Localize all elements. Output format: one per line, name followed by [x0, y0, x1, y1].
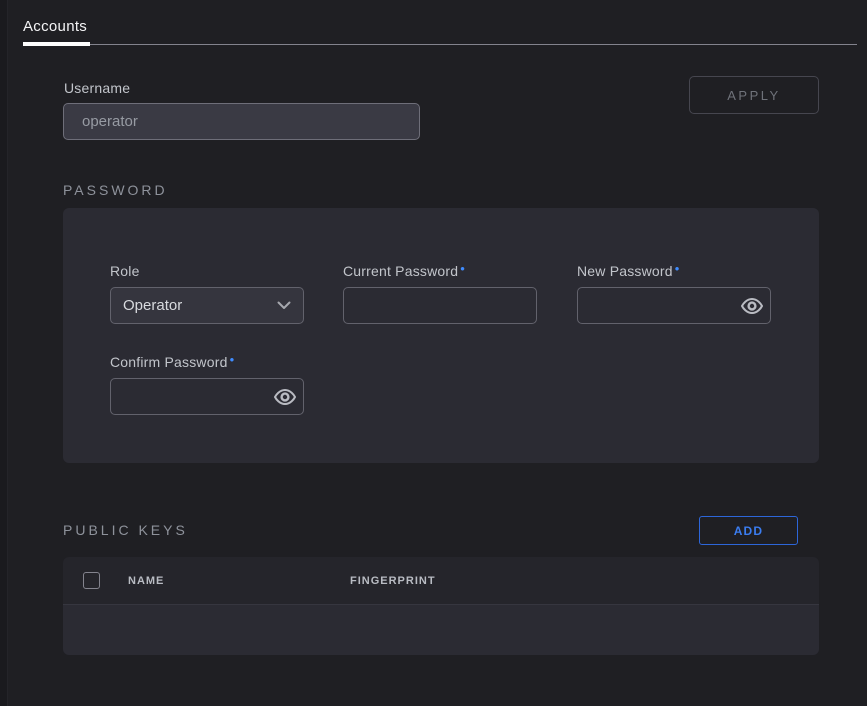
tabbar-divider [23, 44, 857, 45]
role-label: Role [110, 263, 140, 279]
username-input[interactable] [63, 103, 420, 140]
current-password-field-wrap [343, 287, 537, 324]
eye-icon [741, 298, 763, 314]
public-keys-table: NAME FINGERPRINT [63, 557, 819, 655]
eye-icon [274, 389, 296, 405]
password-panel: Role Operator Current Password• New Pass… [63, 208, 819, 463]
new-password-label-text: New Password [577, 263, 673, 279]
new-password-label: New Password• [577, 263, 680, 279]
confirm-password-label: Confirm Password• [110, 354, 234, 370]
select-all-checkbox[interactable] [83, 572, 100, 589]
required-indicator: • [460, 261, 465, 276]
active-tab-indicator [23, 42, 90, 46]
left-edge-sidebar-sliver [0, 0, 8, 706]
show-password-button[interactable] [741, 295, 763, 317]
public-keys-section-title: PUBLIC KEYS [63, 522, 188, 538]
role-select[interactable]: Operator [110, 287, 304, 324]
current-password-label-text: Current Password [343, 263, 458, 279]
required-indicator: • [230, 352, 235, 367]
current-password-input[interactable] [343, 287, 537, 324]
required-indicator: • [675, 261, 680, 276]
show-password-button[interactable] [274, 386, 296, 408]
new-password-field-wrap [577, 287, 771, 324]
chevron-down-icon [277, 301, 291, 310]
confirm-password-field-wrap [110, 378, 304, 415]
password-section-title: PASSWORD [63, 182, 168, 198]
public-keys-table-header: NAME FINGERPRINT [63, 557, 819, 605]
role-selected-value: Operator [123, 297, 182, 314]
current-password-label: Current Password• [343, 263, 465, 279]
tab-accounts[interactable]: Accounts [23, 18, 87, 35]
column-header-name: NAME [128, 575, 164, 587]
accounts-settings-page: Accounts Username APPLY PASSWORD Role Op… [0, 0, 867, 706]
apply-button[interactable]: APPLY [689, 76, 819, 114]
add-public-key-button[interactable]: ADD [699, 516, 798, 545]
column-header-fingerprint: FINGERPRINT [350, 575, 436, 587]
public-keys-table-empty-body [63, 605, 819, 655]
confirm-password-label-text: Confirm Password [110, 354, 228, 370]
username-label: Username [64, 80, 130, 96]
